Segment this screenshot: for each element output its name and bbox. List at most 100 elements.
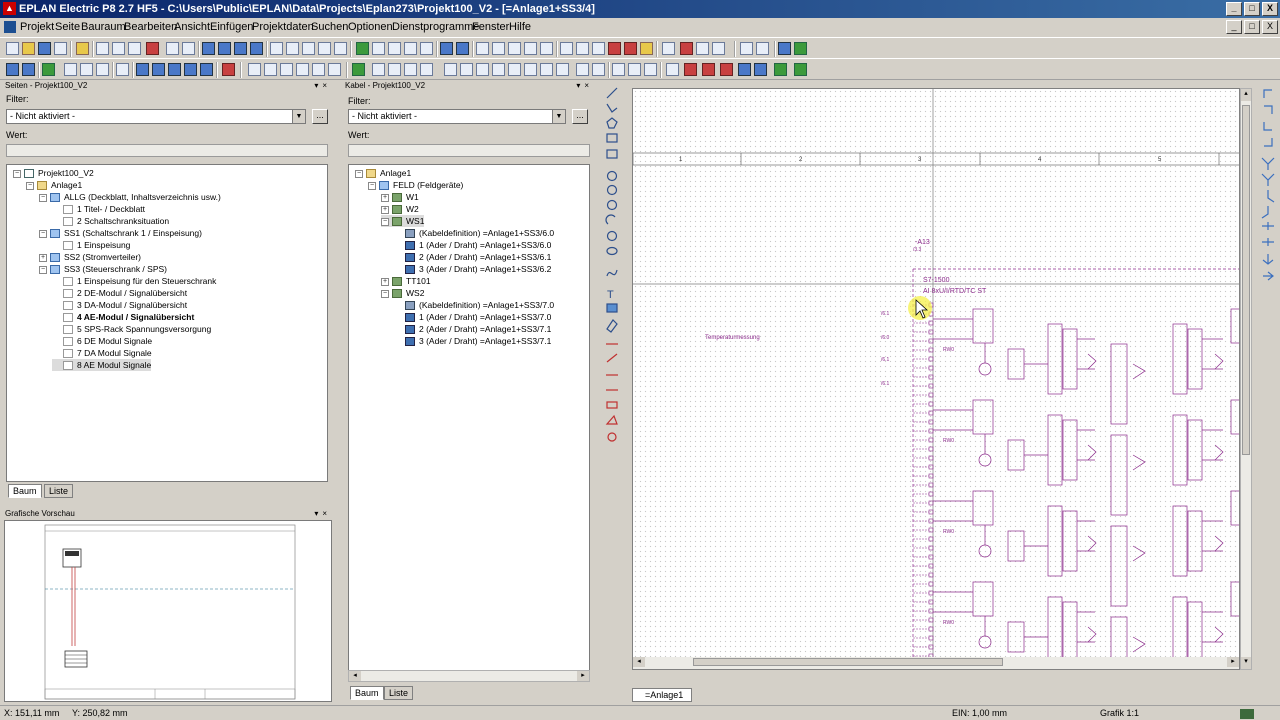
pages-tree-item[interactable]: 7 DA Modul Signale — [52, 347, 152, 359]
copy-icon[interactable] — [112, 42, 125, 55]
grid-a-icon[interactable] — [476, 42, 489, 55]
forward-arrow-icon[interactable] — [456, 42, 469, 55]
layout-space-icon[interactable] — [286, 42, 299, 55]
cable-tree[interactable]: − Anlage1− FELD (Feldgeräte) + W1 + W2− WS1 (Kab… — [348, 164, 590, 682]
cable-box-icon[interactable] — [328, 63, 341, 76]
location-box-icon[interactable] — [280, 63, 293, 76]
grid-b-icon[interactable] — [492, 42, 505, 55]
plc-icon[interactable] — [116, 63, 129, 76]
arrow-b-icon[interactable] — [152, 63, 165, 76]
shield-b-icon[interactable] — [388, 63, 401, 76]
cable-tree-item[interactable]: 1 (Ader / Draht) =Anlage1+SS3/6.0 — [394, 239, 551, 251]
cable-tree-item[interactable]: 2 (Ader / Draht) =Anlage1+SS3/6.1 — [394, 251, 551, 263]
filter-more-button[interactable]: ... — [312, 109, 328, 124]
disabled-b-icon[interactable] — [696, 42, 709, 55]
black-box-icon[interactable] — [248, 63, 261, 76]
menu-optionen[interactable]: Optionen — [348, 21, 393, 33]
pages-tree-item[interactable]: 3 DA-Modul / Signalübersicht — [52, 299, 187, 311]
maximize-button[interactable]: □ — [1244, 2, 1260, 16]
collapse-icon[interactable]: − — [39, 193, 47, 202]
doc-minimize-button[interactable]: _ — [1226, 20, 1242, 34]
menu-bearbeiten[interactable]: Bearbeiten — [124, 21, 177, 33]
scroll-up-icon[interactable]: ▴ — [1241, 89, 1251, 101]
value-field[interactable] — [6, 144, 328, 157]
disabled-c-icon[interactable] — [712, 42, 725, 55]
scroll-left-icon[interactable]: ◂ — [349, 671, 361, 681]
cable-tree-item[interactable]: + W2 — [381, 203, 419, 215]
insert-page-icon[interactable] — [6, 63, 19, 76]
connector-c-icon[interactable] — [720, 63, 733, 76]
connector-a-icon[interactable] — [684, 63, 697, 76]
cable-tree-item[interactable]: 2 (Ader / Draht) =Anlage1+SS3/7.1 — [394, 323, 551, 335]
cable-tree-item[interactable]: − FELD (Feldgeräte) — [368, 179, 463, 191]
list-icon[interactable] — [318, 42, 331, 55]
macro-icon[interactable] — [740, 42, 753, 55]
device-box-icon[interactable] — [296, 63, 309, 76]
zoom-window-icon[interactable] — [372, 42, 385, 55]
save-icon[interactable] — [38, 42, 51, 55]
plug-box-icon[interactable] — [312, 63, 325, 76]
pages-tree-item[interactable]: 8 AE Modul Signale — [52, 359, 152, 371]
pen-c-icon[interactable] — [644, 63, 657, 76]
menu-suchen[interactable]: Suchen — [311, 21, 348, 33]
menu-seite[interactable]: Seite — [55, 21, 80, 33]
menu-fenster[interactable]: Fenster — [472, 21, 509, 33]
panel-pin-close-icon[interactable]: ▾× — [314, 80, 331, 91]
cable-filter-more-button[interactable]: ... — [572, 109, 588, 124]
remove-arrow-icon[interactable] — [222, 63, 235, 76]
format-icon[interactable] — [166, 42, 179, 55]
pages-tree-item[interactable]: 1 Titel- / Deckblatt — [52, 203, 145, 215]
pages-tree-item[interactable]: − SS3 (Steuerschrank / SPS) — [39, 263, 167, 275]
expand-icon[interactable]: + — [381, 205, 389, 214]
pages-tree-item[interactable]: − Projekt100_V2 — [13, 167, 94, 179]
connector-b-icon[interactable] — [702, 63, 715, 76]
tab-list[interactable]: Liste — [44, 484, 74, 498]
doc-restore-button[interactable]: □ — [1244, 20, 1260, 34]
potential-f-icon[interactable] — [524, 63, 537, 76]
pages-tree-item[interactable]: + SS2 (Stromverteiler) — [39, 251, 141, 263]
cable-tree-item[interactable]: 3 (Ader / Draht) =Anlage1+SS3/6.2 — [394, 263, 551, 275]
bracket-icon[interactable] — [640, 42, 653, 55]
back-arrow-icon[interactable] — [440, 42, 453, 55]
line-icon[interactable] — [592, 63, 605, 76]
zoom-full-icon[interactable] — [420, 42, 433, 55]
cable-tree-item[interactable]: + TT101 — [381, 275, 431, 287]
shield-d-icon[interactable] — [420, 63, 433, 76]
collapse-icon[interactable]: − — [13, 169, 21, 178]
collapse-icon[interactable]: − — [26, 181, 34, 190]
cable-tree-item[interactable]: − WS2 — [381, 287, 424, 299]
zoom-in-icon[interactable] — [388, 42, 401, 55]
filter-select[interactable]: - Nicht aktiviert - ▼ — [6, 109, 306, 124]
terminal-c-icon[interactable] — [96, 63, 109, 76]
potential-h-icon[interactable] — [556, 63, 569, 76]
cable-tree-item[interactable]: − Anlage1 — [355, 167, 411, 179]
grid-c-icon[interactable] — [508, 42, 521, 55]
scroll-left-icon[interactable]: ◂ — [633, 657, 645, 667]
potential-b-icon[interactable] — [460, 63, 473, 76]
pen-b-icon[interactable] — [628, 63, 641, 76]
monitor-icon[interactable] — [334, 42, 347, 55]
parts-icon[interactable] — [794, 42, 807, 55]
cable-hscrollbar[interactable]: ◂ ▸ — [348, 670, 590, 682]
collapse-icon[interactable]: − — [355, 169, 363, 178]
input-box-icon[interactable] — [608, 42, 621, 55]
branch-a-icon[interactable] — [738, 63, 751, 76]
page-view-icon[interactable] — [270, 42, 283, 55]
connection-icon[interactable] — [624, 42, 637, 55]
menu-projekt[interactable]: Projekt — [20, 21, 54, 33]
open-project-icon[interactable] — [22, 42, 35, 55]
scroll-right-icon[interactable]: ▸ — [577, 671, 589, 681]
scroll-right-icon[interactable]: ▸ — [1227, 657, 1239, 667]
close-button[interactable]: X — [1262, 2, 1278, 16]
pages-tree-item[interactable]: 5 SPS-Rack Spannungsversorgung — [52, 323, 211, 335]
scroll-down-icon[interactable]: ▾ — [1241, 657, 1251, 669]
pages-tree-item[interactable]: − ALLG (Deckblatt, Inhaltsverzeichnis usw… — [39, 191, 221, 203]
menu-einfuegen[interactable]: Einfügen — [210, 21, 253, 33]
insert-device-icon[interactable] — [42, 63, 55, 76]
pages-tree-item[interactable]: − SS1 (Schaltschrank 1 / Einspeisung) — [39, 227, 202, 239]
ortho-icon[interactable] — [592, 42, 605, 55]
pages-tree-item[interactable]: − Anlage1 — [26, 179, 82, 191]
pen-a-icon[interactable] — [612, 63, 625, 76]
grid-d-icon[interactable] — [524, 42, 537, 55]
document-icon[interactable] — [4, 21, 16, 33]
